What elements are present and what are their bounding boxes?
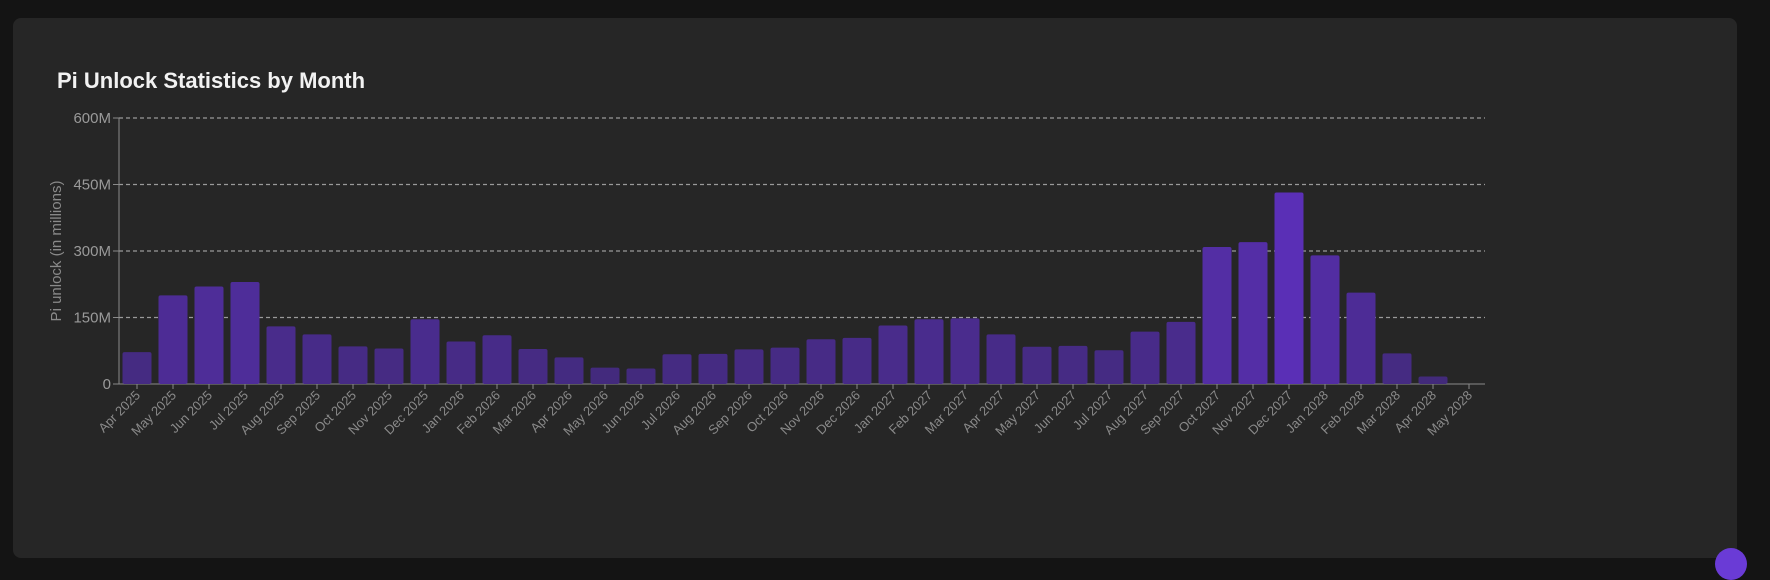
bar — [482, 335, 512, 384]
bar — [302, 334, 332, 384]
bar — [1130, 331, 1160, 384]
bar — [266, 326, 296, 384]
bar — [770, 347, 800, 384]
bar — [806, 339, 836, 384]
y-tick-label: 0 — [103, 376, 111, 393]
y-axis-label: Pi unlock (in millions) — [48, 181, 65, 322]
bar — [1202, 247, 1232, 384]
bar — [986, 334, 1016, 384]
bar — [1094, 350, 1124, 384]
bar — [518, 348, 548, 384]
bar — [1346, 292, 1376, 384]
bar — [338, 346, 368, 384]
bar — [554, 357, 584, 384]
bar — [950, 318, 980, 384]
floating-action-icon[interactable] — [1715, 548, 1747, 580]
bar — [374, 348, 404, 384]
bar — [1058, 345, 1088, 384]
bar — [914, 319, 944, 384]
bar — [590, 367, 620, 384]
bar — [698, 353, 728, 384]
bar — [1022, 346, 1052, 384]
bar — [1238, 242, 1268, 384]
bar — [158, 295, 188, 384]
y-tick-label: 450M — [73, 177, 111, 194]
bar-chart: 0 150M 300M 450M 600M Pi unlock (in millions)… — [48, 110, 1485, 438]
y-tick-label: 300M — [73, 243, 111, 260]
y-tick-label: 600M — [73, 110, 111, 127]
bar — [1382, 353, 1412, 384]
bar — [1166, 321, 1196, 384]
y-tick-label: 150M — [73, 310, 111, 327]
bar — [446, 341, 476, 384]
bar — [662, 354, 692, 384]
bar — [410, 319, 440, 384]
bar — [230, 282, 260, 384]
bar — [1418, 376, 1448, 384]
bar — [734, 349, 764, 384]
bar — [122, 352, 152, 384]
bar — [626, 368, 656, 384]
bar — [1274, 192, 1304, 384]
bar — [842, 337, 872, 384]
bar — [194, 286, 224, 384]
chart-card: Pi Unlock Statistics by Month 0 150M 300M 4… — [13, 18, 1747, 580]
bar — [1310, 255, 1340, 384]
bar — [878, 325, 908, 384]
